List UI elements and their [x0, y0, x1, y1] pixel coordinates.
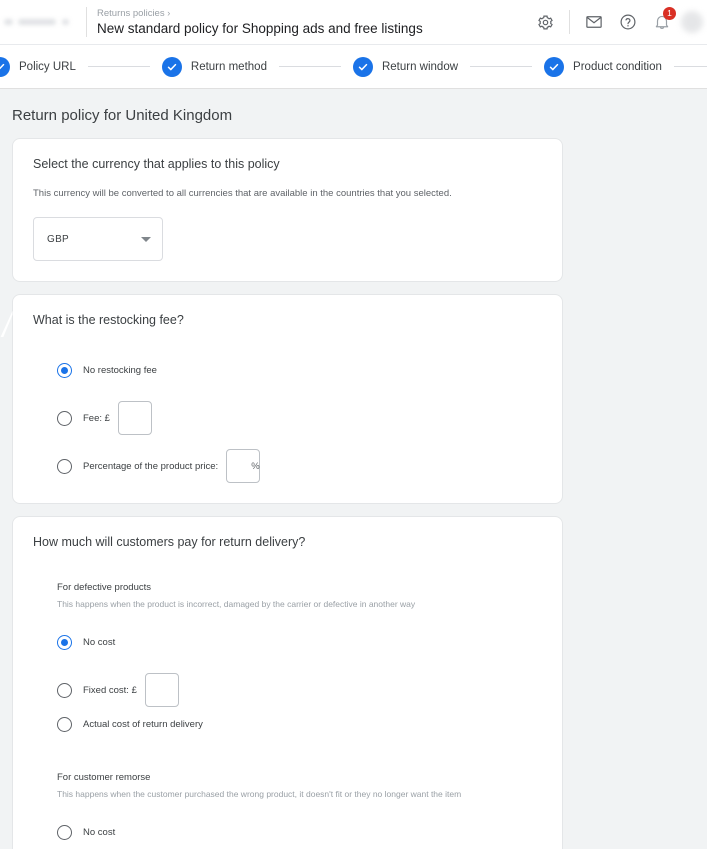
step-connector: [470, 66, 532, 67]
option-percentage-fee[interactable]: Percentage of the product price: %: [57, 449, 542, 483]
return-delivery-card: How much will customers pay for return d…: [12, 516, 563, 849]
notifications-button[interactable]: 1: [645, 5, 679, 39]
currency-select[interactable]: GBP: [33, 217, 163, 261]
chevron-down-icon: [141, 237, 151, 242]
notification-badge: 1: [663, 7, 676, 20]
delivery-group-remorse: For customer remorse This happens when t…: [33, 735, 542, 849]
step-return-window[interactable]: Return window: [353, 57, 458, 77]
help-button[interactable]: [611, 5, 645, 39]
defective-fixed-cost-input[interactable]: [145, 673, 179, 707]
option-remorse-no-cost[interactable]: No cost: [57, 821, 542, 843]
main-content: Return policy for United Kingdom Select …: [0, 89, 707, 849]
actions-divider: [569, 10, 570, 34]
messages-button[interactable]: [577, 5, 611, 39]
step-connector: [674, 66, 707, 67]
radio-icon[interactable]: [57, 363, 72, 378]
group-description: This happens when the product is incorre…: [57, 597, 542, 611]
check-icon: [162, 57, 182, 77]
header-actions: 1: [528, 5, 707, 39]
step-label: Return window: [382, 61, 458, 73]
step-label: Return method: [191, 61, 267, 73]
check-icon: [0, 57, 10, 77]
restocking-options: No restocking fee Fee: £ Percentage of t…: [33, 329, 542, 483]
step-return-method[interactable]: Return method: [162, 57, 267, 77]
restocking-card-title: What is the restocking fee?: [33, 311, 542, 329]
restocking-fee-card: What is the restocking fee? No restockin…: [12, 294, 563, 504]
step-label: Policy URL: [19, 61, 76, 73]
radio-icon[interactable]: [57, 635, 72, 650]
gear-icon: [537, 14, 554, 31]
option-label: Fee: £: [83, 413, 110, 424]
breadcrumb-link[interactable]: Returns policies: [97, 8, 165, 19]
option-label: No restocking fee: [83, 365, 157, 376]
step-product-condition[interactable]: Product condition: [544, 57, 662, 77]
step-policy-url[interactable]: Policy URL: [0, 57, 76, 77]
step-connector: [88, 66, 150, 67]
brand-logo-redacted: [0, 0, 86, 45]
help-circle-icon: [619, 13, 637, 31]
percent-suffix: %: [251, 461, 259, 472]
option-label: No cost: [83, 637, 115, 648]
option-no-restocking-fee[interactable]: No restocking fee: [57, 359, 542, 381]
radio-icon[interactable]: [57, 683, 72, 698]
app-header: Returns policies › New standard policy f…: [0, 0, 707, 45]
delivery-group-defective: For defective products This happens when…: [33, 551, 542, 735]
group-heading: For defective products: [57, 581, 542, 595]
group-heading: For customer remorse: [57, 771, 542, 785]
option-fixed-fee[interactable]: Fee: £: [57, 401, 542, 435]
settings-button[interactable]: [528, 5, 562, 39]
header-title-block: Returns policies › New standard policy f…: [87, 7, 528, 37]
envelope-icon: [585, 13, 603, 31]
radio-icon[interactable]: [57, 825, 72, 840]
breadcrumb[interactable]: Returns policies ›: [97, 7, 528, 20]
radio-icon[interactable]: [57, 459, 72, 474]
delivery-card-title: How much will customers pay for return d…: [33, 533, 542, 551]
group-description: This happens when the customer purchased…: [57, 787, 542, 801]
option-label: Actual cost of return delivery: [83, 719, 203, 730]
currency-select-value: GBP: [47, 234, 69, 245]
chevron-right-icon: ›: [167, 8, 170, 18]
currency-card-description: This currency will be converted to all c…: [33, 187, 542, 201]
option-label: Fixed cost: £: [83, 685, 137, 696]
check-icon: [353, 57, 373, 77]
currency-card: Select the currency that applies to this…: [12, 138, 563, 282]
option-defective-no-cost[interactable]: No cost: [57, 631, 542, 653]
page-heading: Return policy for United Kingdom: [0, 89, 707, 138]
step-label: Product condition: [573, 61, 662, 73]
option-label: Percentage of the product price:: [83, 461, 218, 472]
option-defective-fixed-cost[interactable]: Fixed cost: £: [57, 673, 542, 707]
currency-card-title: Select the currency that applies to this…: [33, 155, 542, 173]
option-label: No cost: [83, 827, 115, 838]
option-defective-actual-cost[interactable]: Actual cost of return delivery: [57, 713, 542, 735]
radio-icon[interactable]: [57, 411, 72, 426]
step-connector: [279, 66, 341, 67]
progress-stepper: Policy URL Return method Return window P…: [0, 45, 707, 89]
avatar[interactable]: [681, 11, 703, 33]
page-title: New standard policy for Shopping ads and…: [97, 20, 528, 37]
restocking-fee-input[interactable]: [118, 401, 152, 435]
check-icon: [544, 57, 564, 77]
radio-icon[interactable]: [57, 717, 72, 732]
